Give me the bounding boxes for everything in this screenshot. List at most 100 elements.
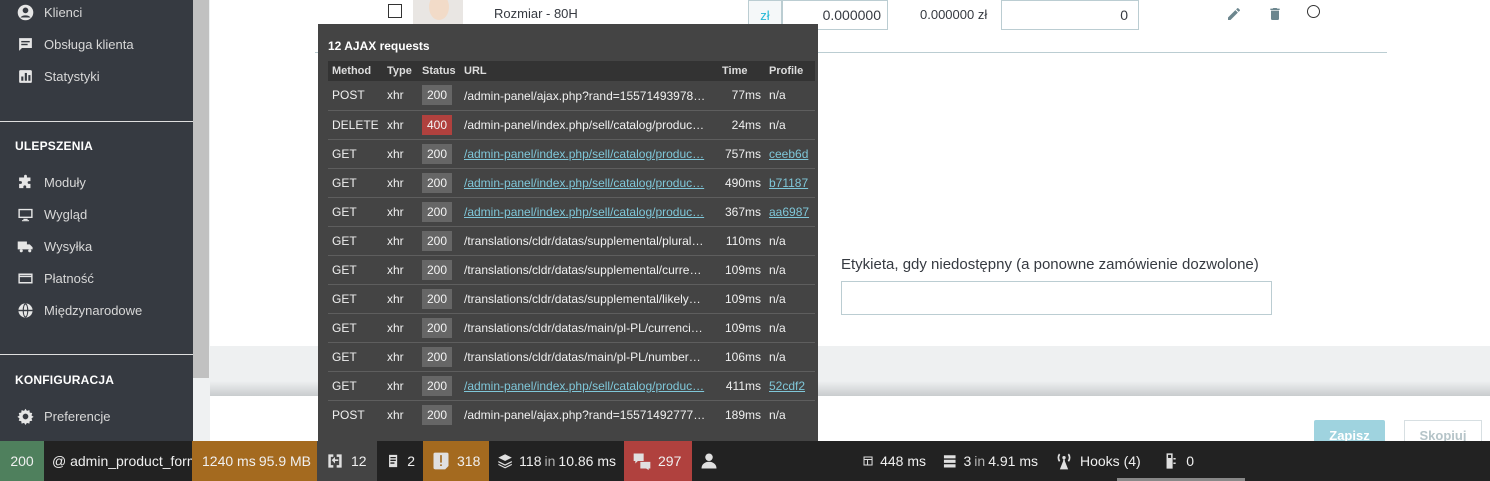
request-profile-cell[interactable]: b71187 xyxy=(765,168,815,198)
sidebar-item-label: Obsługa klienta xyxy=(44,36,134,52)
plug-icon xyxy=(1166,453,1176,469)
cache-toolbar-item[interactable]: 118 in 10.86 ms xyxy=(489,441,624,481)
bar-chart-icon xyxy=(16,67,34,85)
request-url: /translations/cldr/datas/supplemental/pl… xyxy=(464,233,704,248)
db-toolbar-item[interactable]: 3 in 4.91 ms xyxy=(934,441,1046,481)
status-badge: 200 xyxy=(422,201,452,222)
truck-icon xyxy=(16,237,34,255)
sidebar-item-preferences[interactable]: Preferencje xyxy=(16,405,110,427)
request-url-cell: /translations/cldr/datas/main/pl-PL/curr… xyxy=(460,313,718,343)
request-profile-cell: n/a xyxy=(765,81,815,111)
request-profile[interactable]: aa6987 xyxy=(769,205,809,219)
quantity-input[interactable]: 0 xyxy=(1001,0,1139,30)
cache-time: 10.86 ms xyxy=(558,453,616,469)
user-icon xyxy=(701,453,717,469)
hook-antenna-icon xyxy=(1057,453,1071,470)
person-circle-icon xyxy=(16,3,34,21)
cache-count: 118 xyxy=(519,453,542,469)
edit-pencil-icon[interactable] xyxy=(1226,6,1242,22)
request-url[interactable]: /admin-panel/index.php/sell/catalog/prod… xyxy=(464,147,714,161)
table-row: GET xhr 200/translations/cldr/datas/supple… xyxy=(328,226,815,256)
request-profile-cell[interactable]: aa6987 xyxy=(765,197,815,227)
modules-toolbar-item[interactable]: 0 xyxy=(1154,441,1202,481)
route-name[interactable]: @ admin_product_form xyxy=(44,441,199,481)
sidebar-item-shipping[interactable]: Wysyłka xyxy=(16,235,92,257)
request-url-cell[interactable]: /admin-panel/index.php/sell/catalog/prod… xyxy=(460,168,718,198)
sidebar-item-label: Statystyki xyxy=(44,68,100,84)
globe-icon xyxy=(16,301,34,319)
request-url: /admin-panel/index.php/sell/catalog/prod… xyxy=(464,117,705,132)
monitor-icon xyxy=(16,205,34,223)
sidebar-item-appearance[interactable]: Wygląd xyxy=(16,203,87,225)
request-method: GET xyxy=(328,371,383,401)
scrollbar-thumb[interactable] xyxy=(193,0,209,378)
request-profile-cell[interactable]: ceeb6d xyxy=(765,139,815,169)
performance-block[interactable]: 1240 ms 95.9 MB xyxy=(192,441,317,481)
hooks-toolbar-item[interactable]: Hooks (4) xyxy=(1046,441,1154,481)
request-url-cell: /translations/cldr/datas/supplemental/cu… xyxy=(460,255,718,285)
combination-thumbnail xyxy=(413,0,463,24)
status-code-badge[interactable]: 200 xyxy=(0,441,44,481)
user-toolbar-item[interactable] xyxy=(692,441,732,481)
request-method: GET xyxy=(328,342,383,372)
request-status-cell: 200 xyxy=(418,139,460,169)
table-row: GET xhr 200/admin-panel/index.php/sell/cat… xyxy=(328,139,815,169)
request-method: GET xyxy=(328,255,383,285)
request-url-cell: /admin-panel/ajax.php?rand=15571492777… xyxy=(460,400,718,429)
sidebar-item-customers[interactable]: Klienci xyxy=(16,1,82,23)
status-badge: 200 xyxy=(422,259,452,280)
modules-count: 0 xyxy=(1186,453,1194,469)
request-url-cell[interactable]: /admin-panel/index.php/sell/catalog/prod… xyxy=(460,371,718,401)
request-profile-cell[interactable]: 52cdf2 xyxy=(765,371,815,401)
sidebar-item-modules[interactable]: Moduły xyxy=(16,171,86,193)
request-url[interactable]: /admin-panel/index.php/sell/catalog/prod… xyxy=(464,176,714,190)
default-combination-radio[interactable] xyxy=(1307,5,1320,18)
request-url: /translations/cldr/datas/main/pl-PL/numb… xyxy=(464,349,701,364)
sidebar-section-improvements: ULEPSZENIA xyxy=(15,139,94,153)
request-time: 411ms xyxy=(718,371,765,401)
deprecations-toolbar-item[interactable]: 318 xyxy=(423,441,489,481)
request-url[interactable]: /admin-panel/index.php/sell/catalog/prod… xyxy=(464,379,714,393)
sidebar-item-label: Klienci xyxy=(44,4,83,20)
table-row: GET xhr 200/translations/cldr/datas/supple… xyxy=(328,255,815,285)
request-url[interactable]: /admin-panel/index.php/sell/catalog/prod… xyxy=(464,205,714,219)
ajax-count: 12 xyxy=(351,453,367,469)
request-status-cell: 200 xyxy=(418,81,460,111)
unavailable-label-input[interactable] xyxy=(841,281,1272,315)
twig-toolbar-item[interactable]: 448 ms xyxy=(854,441,934,481)
request-status-cell: 200 xyxy=(418,342,460,372)
table-row: GET xhr 200/translations/cldr/datas/supple… xyxy=(328,284,815,314)
sidebar-item-stats[interactable]: Statystyki xyxy=(16,65,100,87)
ajax-toolbar-item[interactable]: 12 xyxy=(317,441,377,481)
request-url-cell: /admin-panel/index.php/sell/catalog/prod… xyxy=(460,110,718,140)
sidebar-item-international[interactable]: Międzynarodowe xyxy=(16,299,142,321)
request-method: POST xyxy=(328,81,383,111)
status-badge: 200 xyxy=(422,143,452,164)
table-row: GET xhr 200/admin-panel/index.php/sell/cat… xyxy=(328,371,815,401)
delete-trash-icon[interactable] xyxy=(1267,6,1283,22)
request-status-cell: 200 xyxy=(418,197,460,227)
layers-icon xyxy=(498,454,512,469)
request-time: 490ms xyxy=(718,168,765,198)
request-time: 757ms xyxy=(718,139,765,169)
request-url-cell[interactable]: /admin-panel/index.php/sell/catalog/prod… xyxy=(460,139,718,169)
sidebar-item-payment[interactable]: Płatność xyxy=(16,267,94,289)
sidebar-item-customer-service[interactable]: Obsługa klienta xyxy=(16,33,134,55)
request-profile[interactable]: b71187 xyxy=(769,176,808,190)
status-badge: 200 xyxy=(422,230,452,251)
table-row: GET xhr 200/translations/cldr/datas/main/p… xyxy=(328,342,815,372)
request-profile: n/a xyxy=(769,320,786,335)
sidebar-item-label: Płatność xyxy=(44,270,94,286)
logs-toolbar-item[interactable]: 2 xyxy=(377,441,423,481)
request-profile[interactable]: 52cdf2 xyxy=(769,379,805,393)
request-status-cell: 200 xyxy=(418,284,460,314)
combination-checkbox[interactable] xyxy=(388,4,402,18)
column-header: Time xyxy=(718,61,765,81)
request-profile-cell: n/a xyxy=(765,226,815,256)
translation-toolbar-item[interactable]: 297 xyxy=(624,441,692,481)
request-profile[interactable]: ceeb6d xyxy=(769,147,808,161)
request-url-cell[interactable]: /admin-panel/index.php/sell/catalog/prod… xyxy=(460,197,718,227)
request-url-cell: /translations/cldr/datas/supplemental/pl… xyxy=(460,226,718,256)
logs-count: 2 xyxy=(407,453,415,469)
table-row: DELETE xhr 400/admin-panel/index.php/sell/… xyxy=(328,110,815,140)
